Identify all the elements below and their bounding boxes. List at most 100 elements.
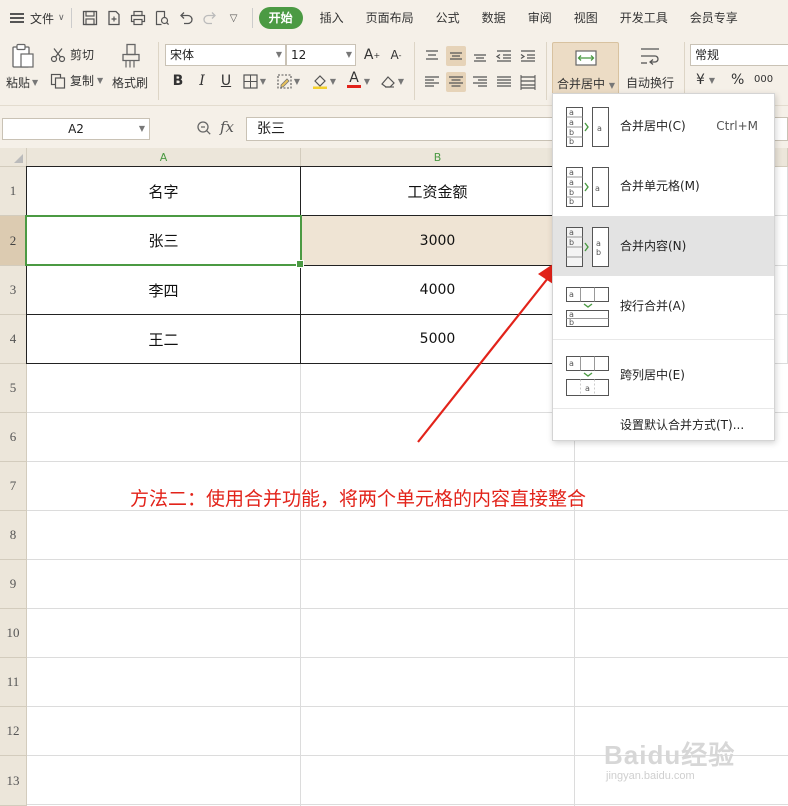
chevron-down-icon[interactable]: ▼: [362, 71, 372, 91]
align-bottom-icon[interactable]: [470, 46, 490, 66]
italic-icon[interactable]: I: [192, 71, 212, 91]
cell-style-icon[interactable]: [274, 71, 294, 91]
clear-format-icon[interactable]: [378, 71, 398, 91]
tab-data[interactable]: 数据: [471, 0, 517, 36]
cell-a1[interactable]: 名字: [26, 166, 301, 216]
svg-text:b: b: [569, 318, 574, 327]
align-right-icon[interactable]: [470, 72, 490, 92]
border-icon[interactable]: [240, 71, 260, 91]
number-format-select[interactable]: 常规: [690, 44, 788, 66]
row-header[interactable]: 6: [0, 413, 27, 462]
undo-icon[interactable]: [175, 7, 197, 29]
align-top-icon[interactable]: [422, 46, 442, 66]
function-icon[interactable]: fx: [220, 118, 234, 136]
row-header[interactable]: 10: [0, 609, 27, 658]
underline-icon[interactable]: U: [216, 71, 236, 91]
merge-content-icon: abab: [565, 226, 611, 268]
font-color-icon[interactable]: A: [344, 69, 364, 89]
percent-button[interactable]: %: [731, 72, 744, 88]
export-pdf-icon[interactable]: [103, 7, 125, 29]
svg-text:b: b: [569, 238, 574, 247]
cell-b3[interactable]: 4000: [301, 266, 575, 315]
tab-insert[interactable]: 插入: [309, 0, 355, 36]
paste-button[interactable]: 粘贴 ▼: [6, 74, 38, 91]
menu-item-label: 合并单元格(M): [620, 179, 700, 193]
column-header-b[interactable]: B: [301, 148, 575, 167]
name-box[interactable]: A2 ▼: [2, 118, 150, 140]
tab-formulas[interactable]: 公式: [425, 0, 471, 36]
cell-b2[interactable]: 3000: [301, 216, 575, 266]
row-header[interactable]: 13: [0, 756, 27, 806]
svg-text:b: b: [569, 137, 574, 146]
redo-icon[interactable]: [199, 7, 221, 29]
copy-button[interactable]: 复制 ▼: [50, 72, 103, 89]
chevron-down-icon[interactable]: ∨: [58, 13, 65, 23]
paste-icon[interactable]: [10, 42, 36, 70]
bold-icon[interactable]: B: [168, 71, 188, 91]
thousands-separator-button[interactable]: 000: [754, 74, 773, 85]
tab-home[interactable]: 开始: [258, 7, 303, 29]
menu-item-merge-center[interactable]: aabba 合并居中(C) Ctrl+M: [553, 96, 774, 156]
menu-item-center-across[interactable]: aa 跨列居中(E): [553, 345, 774, 405]
row-header[interactable]: 9: [0, 560, 27, 609]
decrease-indent-icon[interactable]: [494, 46, 514, 66]
customize-toolbar-icon[interactable]: ▽: [223, 7, 245, 29]
format-painter-icon[interactable]: [118, 42, 144, 70]
wrap-text-icon[interactable]: [636, 44, 664, 70]
merge-center-button[interactable]: 合并居中 ▼: [552, 42, 619, 96]
cell-a4[interactable]: 王二: [26, 315, 301, 364]
print-preview-icon[interactable]: [151, 7, 173, 29]
cell-b4[interactable]: 5000: [301, 315, 575, 364]
justify-icon[interactable]: [494, 72, 514, 92]
row-header[interactable]: 12: [0, 707, 27, 756]
svg-text:a: a: [569, 290, 574, 299]
menu-item-merge-content[interactable]: abab 合并内容(N): [553, 216, 774, 276]
tab-view[interactable]: 视图: [563, 0, 609, 36]
row-header[interactable]: 2: [0, 216, 27, 266]
tab-page-layout[interactable]: 页面布局: [355, 0, 425, 36]
decrease-font-icon[interactable]: A-: [386, 45, 406, 65]
chevron-down-icon: ▼: [275, 50, 282, 59]
chevron-down-icon[interactable]: ▼: [292, 71, 302, 91]
chevron-down-icon[interactable]: ▼: [258, 71, 268, 91]
format-painter-button[interactable]: 格式刷: [112, 74, 148, 91]
merge-center-icon: aabba: [565, 106, 611, 148]
save-icon[interactable]: [79, 7, 101, 29]
cell-a3[interactable]: 李四: [26, 266, 301, 315]
cut-label: 剪切: [70, 48, 95, 62]
wrap-text-button[interactable]: 自动换行: [626, 74, 674, 91]
align-center-icon[interactable]: [446, 72, 466, 92]
row-header[interactable]: 5: [0, 364, 27, 413]
tab-developer[interactable]: 开发工具: [609, 0, 679, 36]
tab-member[interactable]: 会员专享: [679, 0, 749, 36]
menu-icon[interactable]: [10, 13, 24, 23]
chevron-down-icon[interactable]: ▼: [396, 71, 406, 91]
menu-item-merge-by-row[interactable]: aab 按行合并(A): [553, 276, 774, 336]
increase-indent-icon[interactable]: [518, 46, 538, 66]
column-header-a[interactable]: A: [27, 148, 301, 167]
cut-button[interactable]: 剪切: [50, 46, 94, 63]
cell-b1[interactable]: 工资金额: [301, 166, 575, 216]
font-name-select[interactable]: 宋体 ▼: [165, 44, 286, 66]
fill-color-icon[interactable]: [310, 71, 330, 91]
print-icon[interactable]: [127, 7, 149, 29]
currency-button[interactable]: ¥ ▼: [696, 72, 715, 88]
tab-review[interactable]: 审阅: [517, 0, 563, 36]
chevron-down-icon[interactable]: ▼: [328, 71, 338, 91]
row-header[interactable]: 4: [0, 315, 27, 364]
font-size-select[interactable]: 12 ▼: [286, 44, 356, 66]
row-header[interactable]: 8: [0, 511, 27, 560]
menu-item-set-default-merge[interactable]: 设置默认合并方式(T)...: [620, 416, 744, 433]
menu-item-merge-cells[interactable]: aabba 合并单元格(M): [553, 156, 774, 216]
row-header[interactable]: 3: [0, 266, 27, 315]
row-header[interactable]: 7: [0, 462, 27, 511]
file-menu[interactable]: 文件: [30, 10, 54, 27]
distributed-align-icon[interactable]: [518, 72, 538, 92]
align-left-icon[interactable]: [422, 72, 442, 92]
row-header[interactable]: 11: [0, 658, 27, 707]
row-header[interactable]: 1: [0, 167, 27, 216]
increase-font-icon[interactable]: A +: [362, 45, 382, 65]
align-middle-icon[interactable]: [446, 46, 466, 66]
zoom-icon[interactable]: [196, 120, 212, 140]
select-all-corner[interactable]: [0, 148, 27, 167]
